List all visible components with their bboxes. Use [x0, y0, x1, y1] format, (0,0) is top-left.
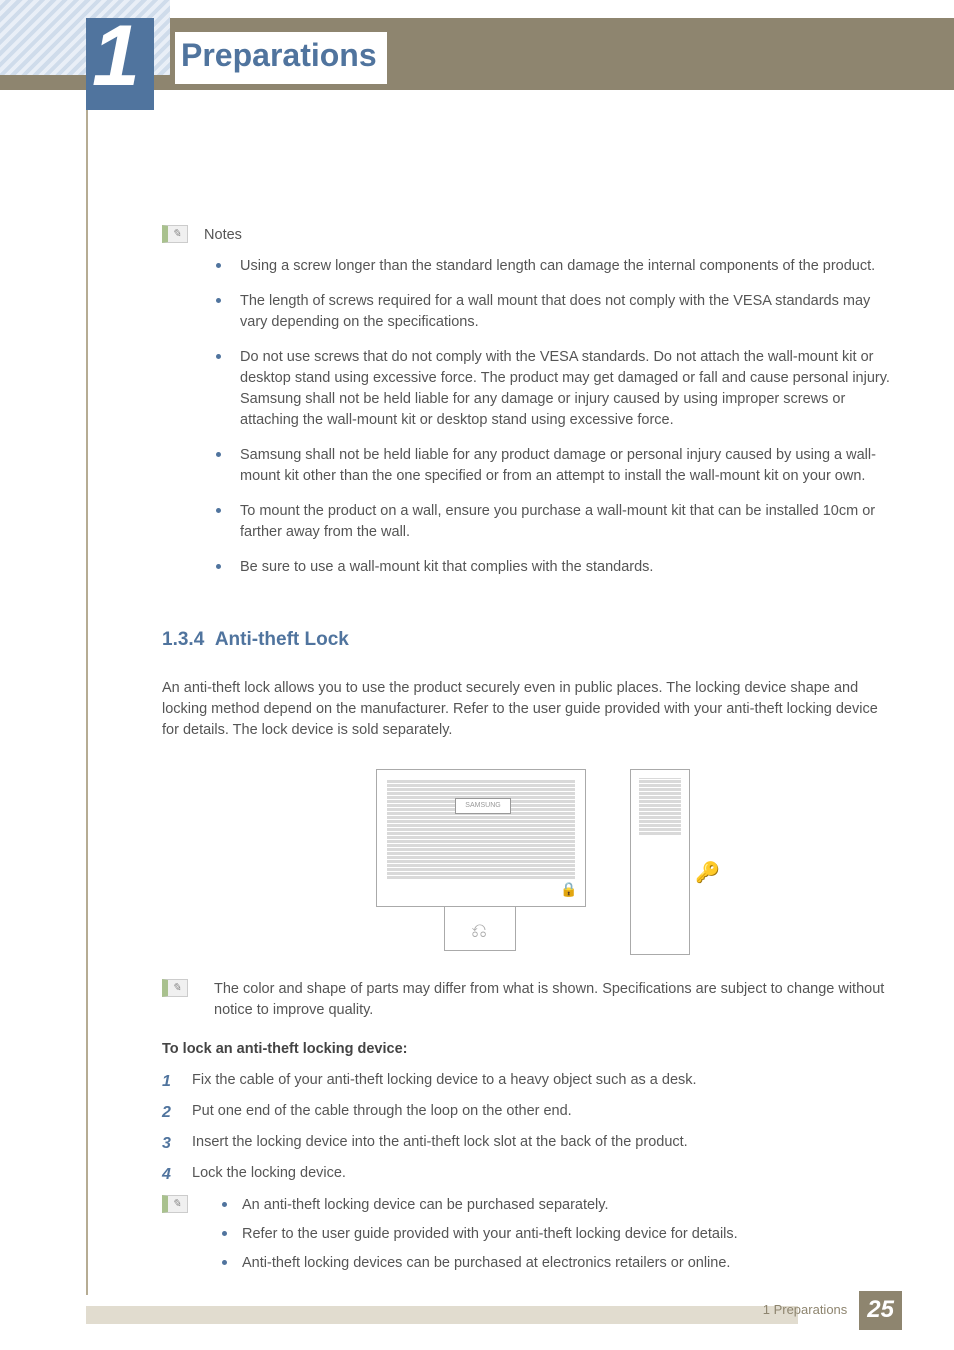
footnotes-row: An anti-theft locking device can be purc… [162, 1195, 894, 1282]
section-intro: An anti-theft lock allows you to use the… [162, 678, 894, 741]
chapter-number: 1 [92, 0, 136, 119]
section-number: 1.3.4 [162, 629, 204, 650]
note-item: Samsung shall not be held liable for any… [240, 445, 894, 487]
note-icon [162, 225, 188, 243]
footnote-item: Refer to the user guide provided with yo… [242, 1224, 894, 1245]
step-text: Fix the cable of your anti-theft locking… [192, 1070, 697, 1091]
step: 3 Insert the locking device into the anti… [162, 1132, 894, 1155]
footer-chapter-label: 1 Preparations [763, 1301, 848, 1320]
note-item: The length of screws required for a wall… [240, 291, 894, 333]
note-item: To mount the product on a wall, ensure y… [240, 501, 894, 543]
step-number: 3 [162, 1132, 178, 1155]
note-icon [162, 979, 188, 997]
notes-block: Notes Using a screw longer than the stan… [162, 225, 894, 578]
notes-label: Notes [204, 225, 242, 246]
section-heading: 1.3.4 Anti-theft Lock [162, 626, 894, 654]
page-content: Notes Using a screw longer than the stan… [162, 225, 894, 1300]
step-number: 2 [162, 1101, 178, 1124]
footnote-item: Anti-theft locking devices can be purcha… [242, 1253, 894, 1274]
lock-key-icon: 🔑 [695, 859, 720, 888]
monitor-brand-label: SAMSUNG [455, 798, 511, 814]
procedure-steps: 1 Fix the cable of your anti-theft lockin… [162, 1070, 894, 1187]
step: 1 Fix the cable of your anti-theft lockin… [162, 1070, 894, 1093]
notes-list: Using a screw longer than the standard l… [240, 256, 894, 578]
monitor-stand-illustration [444, 907, 516, 951]
procedure-title: To lock an anti-theft locking device: [162, 1039, 894, 1060]
anti-theft-figure: SAMSUNG 🔒 🔑 [358, 761, 698, 961]
section-title: Anti-theft Lock [215, 629, 349, 650]
note-icon [162, 1195, 188, 1213]
page-footer: 1 Preparations 25 [763, 1291, 902, 1330]
monitor-front-illustration: SAMSUNG [376, 769, 586, 907]
step: 4 Lock the locking device. [162, 1163, 894, 1186]
figure-note-text: The color and shape of parts may differ … [214, 979, 894, 1021]
lock-slot-front-icon: 🔒 [560, 879, 577, 899]
note-item: Be sure to use a wall-mount kit that com… [240, 557, 894, 578]
chapter-title: Preparations [175, 32, 387, 84]
footnote-item: An anti-theft locking device can be purc… [242, 1195, 894, 1216]
note-item: Do not use screws that do not comply wit… [240, 347, 894, 431]
note-item: Using a screw longer than the standard l… [240, 256, 894, 277]
step-text: Lock the locking device. [192, 1163, 346, 1184]
footer-accent-bar [86, 1306, 798, 1324]
page-number: 25 [859, 1291, 902, 1330]
step-text: Put one end of the cable through the loo… [192, 1101, 572, 1122]
left-margin-rule [86, 110, 88, 1295]
step-number: 1 [162, 1070, 178, 1093]
step-text: Insert the locking device into the anti-… [192, 1132, 688, 1153]
step-number: 4 [162, 1163, 178, 1186]
step: 2 Put one end of the cable through the lo… [162, 1101, 894, 1124]
footnotes-list: An anti-theft locking device can be purc… [242, 1195, 894, 1282]
monitor-side-illustration [630, 769, 690, 955]
figure-note-row: The color and shape of parts may differ … [162, 979, 894, 1021]
